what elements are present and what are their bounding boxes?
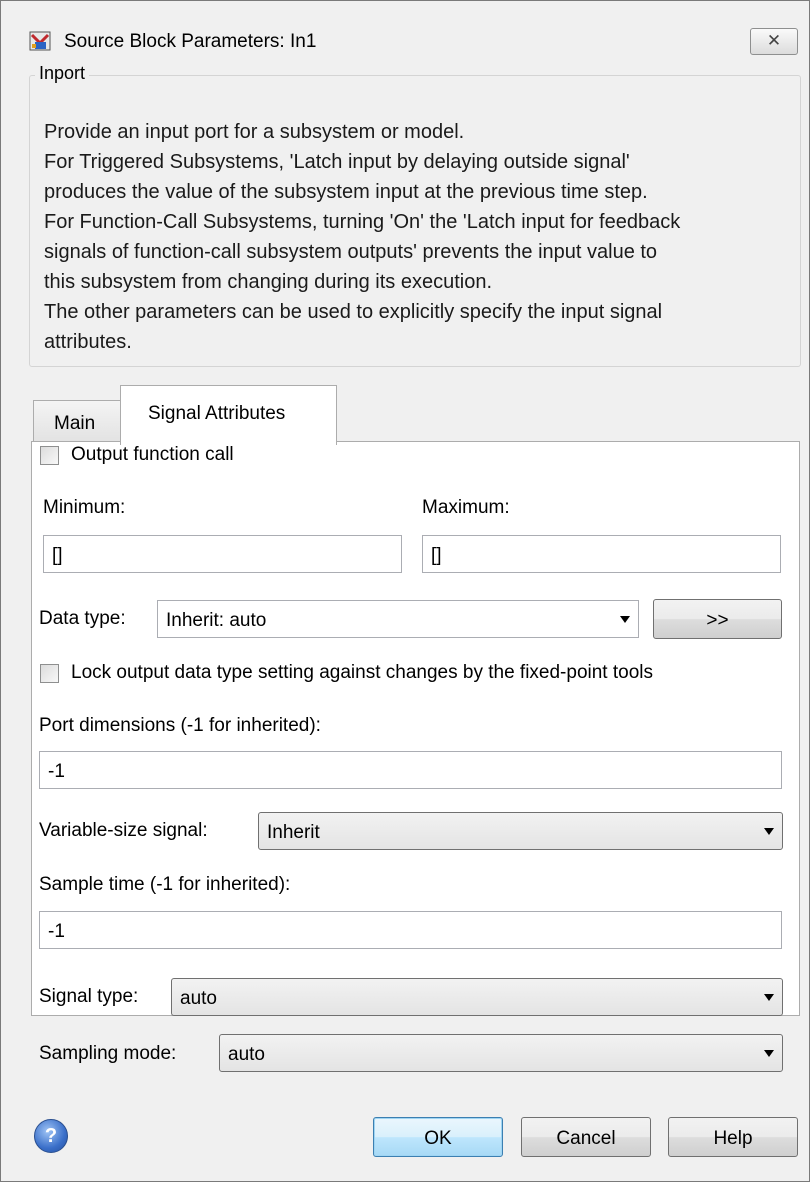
- description-line: Provide an input port for a subsystem or…: [44, 121, 465, 143]
- data-type-assistant-button[interactable]: >>: [653, 599, 782, 639]
- description-line: this subsystem from changing during its …: [44, 271, 492, 293]
- chevron-down-icon: [764, 1050, 774, 1057]
- minimum-label: Minimum:: [43, 497, 126, 518]
- minimum-input[interactable]: []: [43, 535, 402, 573]
- tab-main-label: Main: [54, 413, 96, 434]
- help-button[interactable]: Help: [668, 1117, 798, 1157]
- block-description: Provide an input port for a subsystem or…: [44, 117, 794, 357]
- minimum-value: []: [52, 545, 63, 566]
- description-line: For Triggered Subsystems, 'Latch input b…: [44, 151, 630, 173]
- sampling-mode-select[interactable]: auto: [219, 1034, 783, 1072]
- sampling-mode-label: Sampling mode:: [39, 1043, 177, 1064]
- chevron-down-icon: [764, 994, 774, 1001]
- dialog-window: Source Block Parameters: In1 ✕ Inport Pr…: [0, 0, 810, 1182]
- maximum-value: []: [431, 545, 442, 566]
- group-title: Inport: [35, 63, 90, 84]
- chevron-down-icon: [764, 828, 774, 835]
- help-label: Help: [713, 1128, 753, 1149]
- port-dimensions-input[interactable]: -1: [39, 751, 782, 789]
- description-line: signals of function-call subsystem outpu…: [44, 241, 658, 263]
- port-dimensions-label: Port dimensions (-1 for inherited):: [39, 715, 321, 736]
- variable-size-value: Inherit: [267, 822, 320, 843]
- description-line: produces the value of the subsystem inpu…: [44, 181, 648, 203]
- sample-time-value: -1: [48, 921, 65, 942]
- output-function-call-checkbox[interactable]: [40, 446, 59, 465]
- title-bar: Source Block Parameters: In1 ✕: [1, 1, 809, 75]
- tab-signal-attributes[interactable]: Signal Attributes: [120, 385, 337, 445]
- close-button[interactable]: ✕: [750, 28, 798, 55]
- window-title: Source Block Parameters: In1: [64, 31, 317, 52]
- lock-output-label: Lock output data type setting against ch…: [71, 662, 653, 683]
- signal-type-select[interactable]: auto: [171, 978, 783, 1016]
- data-type-label: Data type:: [39, 608, 126, 629]
- tab-main[interactable]: Main: [33, 400, 122, 441]
- variable-size-select[interactable]: Inherit: [258, 812, 783, 850]
- cancel-label: Cancel: [556, 1128, 616, 1149]
- sample-time-input[interactable]: -1: [39, 911, 782, 949]
- signal-type-value: auto: [180, 988, 217, 1009]
- port-dimensions-value: -1: [48, 761, 65, 782]
- cancel-button[interactable]: Cancel: [521, 1117, 651, 1157]
- output-function-call-label: Output function call: [71, 444, 234, 465]
- help-icon[interactable]: ?: [34, 1119, 68, 1153]
- data-type-assistant-label: >>: [706, 610, 729, 631]
- description-line: attributes.: [44, 331, 132, 353]
- maximum-label: Maximum:: [422, 497, 510, 518]
- sample-time-label: Sample time (-1 for inherited):: [39, 874, 291, 895]
- sampling-mode-value: auto: [228, 1044, 265, 1065]
- variable-size-label: Variable-size signal:: [39, 820, 208, 841]
- ok-label: OK: [424, 1128, 452, 1149]
- close-icon: ✕: [766, 31, 782, 50]
- data-type-select[interactable]: Inherit: auto: [157, 600, 639, 638]
- tab-signal-attributes-label: Signal Attributes: [148, 403, 286, 424]
- description-line: The other parameters can be used to expl…: [44, 301, 663, 323]
- data-type-value: Inherit: auto: [166, 610, 267, 631]
- chevron-down-icon: [620, 616, 630, 623]
- lock-output-checkbox[interactable]: [40, 664, 59, 683]
- ok-button[interactable]: OK: [373, 1117, 503, 1157]
- simulink-block-icon: [29, 31, 51, 51]
- maximum-input[interactable]: []: [422, 535, 781, 573]
- signal-type-label: Signal type:: [39, 986, 139, 1007]
- description-line: For Function-Call Subsystems, turning 'O…: [44, 211, 681, 233]
